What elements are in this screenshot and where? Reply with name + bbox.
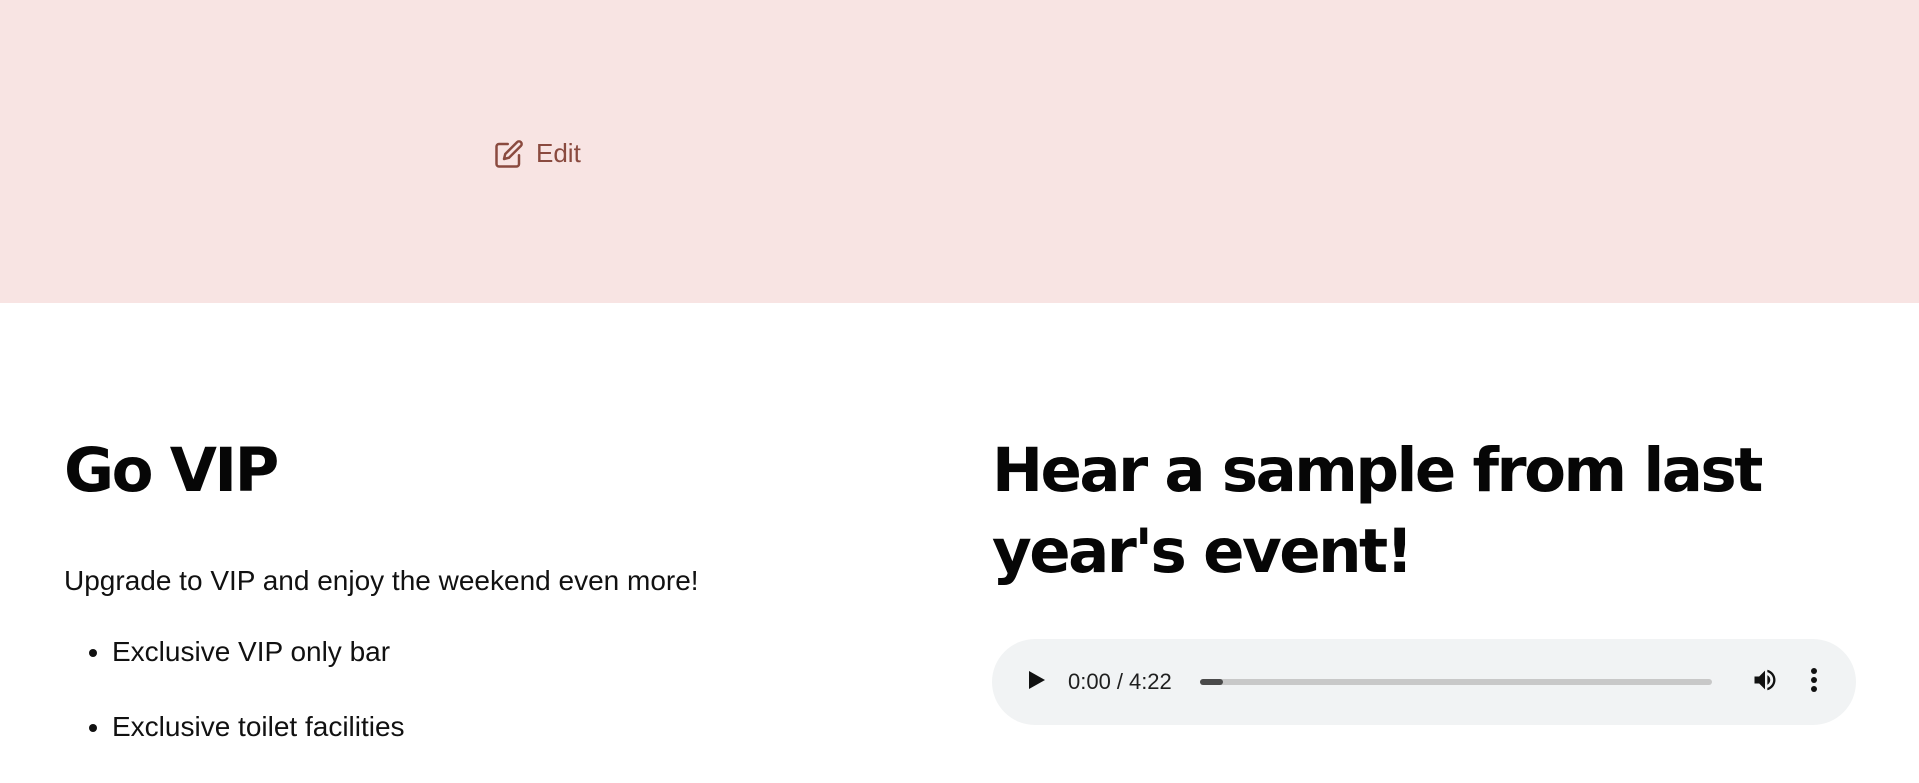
play-button[interactable]: [1022, 667, 1052, 697]
time-separator: /: [1116, 669, 1123, 694]
sample-section: Hear a sample from last year's event! 0:…: [992, 430, 1856, 725]
sample-heading: Hear a sample from last year's event!: [992, 435, 1763, 587]
vip-lead-text: Upgrade to VIP and enjoy the weekend eve…: [64, 565, 699, 596]
volume-button[interactable]: [1748, 665, 1782, 699]
duration: 4:22: [1128, 669, 1172, 694]
pencil-square-icon: [494, 139, 524, 169]
edit-link[interactable]: Edit: [494, 138, 581, 169]
vip-heading: Go VIP: [64, 435, 279, 506]
more-options-icon: [1810, 667, 1818, 698]
vip-perks-list: Exclusive VIP only bar Exclusive toilet …: [64, 633, 405, 783]
hero-banner: Edit: [0, 0, 1919, 303]
vip-section: Go VIP Upgrade to VIP and enjoy the week…: [64, 430, 884, 742]
list-item: Exclusive toilet facilities: [112, 708, 405, 746]
edit-label: Edit: [536, 138, 581, 168]
progress-fill: [1200, 679, 1224, 685]
list-item: Exclusive VIP only bar: [112, 633, 405, 671]
more-options-button[interactable]: [1802, 665, 1826, 699]
volume-icon: [1751, 666, 1779, 699]
play-icon: [1028, 670, 1046, 695]
progress-slider[interactable]: [1200, 679, 1712, 685]
audio-player: 0:00/4:22: [992, 639, 1856, 725]
current-time: 0:00: [1068, 669, 1111, 694]
time-display: 0:00/4:22: [1068, 667, 1172, 697]
